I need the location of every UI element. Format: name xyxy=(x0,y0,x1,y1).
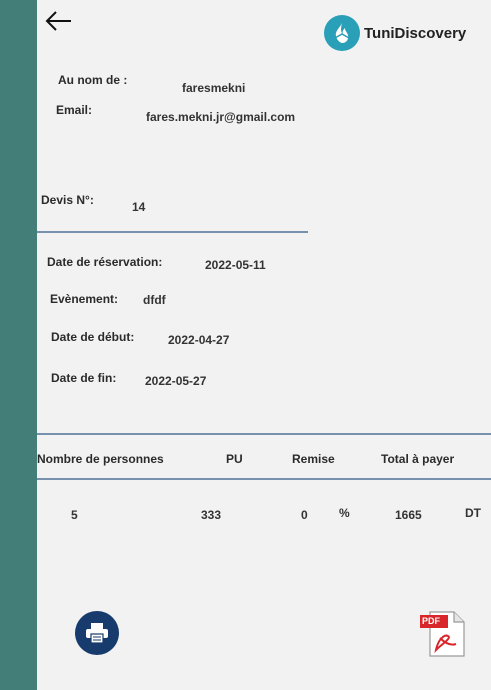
table-header-divider xyxy=(37,478,491,480)
table-top-divider xyxy=(37,433,491,435)
section-divider xyxy=(37,231,308,233)
cell-pu: 333 xyxy=(201,508,222,522)
pdf-badge-label: PDF xyxy=(422,616,440,626)
end-date-value: 2022-05-27 xyxy=(145,374,207,388)
start-date-value: 2022-04-27 xyxy=(168,333,230,347)
client-name-value: faresmekni xyxy=(182,81,246,95)
event-value: dfdf xyxy=(143,293,166,307)
start-date-label: Date de début: xyxy=(51,330,135,344)
header-pu: PU xyxy=(226,452,243,466)
cell-currency: DT xyxy=(465,506,481,520)
quote-number-label: Devis N°: xyxy=(41,193,94,207)
reservation-date-label: Date de réservation: xyxy=(47,255,163,269)
brand-name: TuniDiscovery xyxy=(364,24,467,42)
header-total: Total à payer xyxy=(381,452,455,466)
header-persons: Nombre de personnes xyxy=(37,452,164,466)
event-label: Evènement: xyxy=(50,292,119,306)
client-email-label: Email: xyxy=(56,103,93,117)
printer-icon xyxy=(86,623,108,644)
client-name-label: Au nom de : xyxy=(58,73,128,87)
cell-persons: 5 xyxy=(71,508,78,522)
reservation-date-value: 2022-05-11 xyxy=(205,258,266,272)
end-date-label: Date de fin: xyxy=(51,371,117,385)
print-button[interactable] xyxy=(75,611,119,655)
brand-logo: TuniDiscovery xyxy=(324,14,466,52)
cell-remise: 0 xyxy=(301,508,308,522)
header-remise: Remise xyxy=(292,452,335,466)
quote-number-value: 14 xyxy=(132,200,146,214)
client-email-value: fares.mekni.jr@gmail.com xyxy=(146,110,296,124)
cell-remise-unit: % xyxy=(339,506,350,520)
cell-total: 1665 xyxy=(395,508,422,522)
pdf-download-button[interactable]: PDF xyxy=(418,610,466,658)
sidebar xyxy=(0,0,37,690)
flame-icon xyxy=(324,15,360,51)
back-arrow-icon[interactable] xyxy=(44,8,74,34)
